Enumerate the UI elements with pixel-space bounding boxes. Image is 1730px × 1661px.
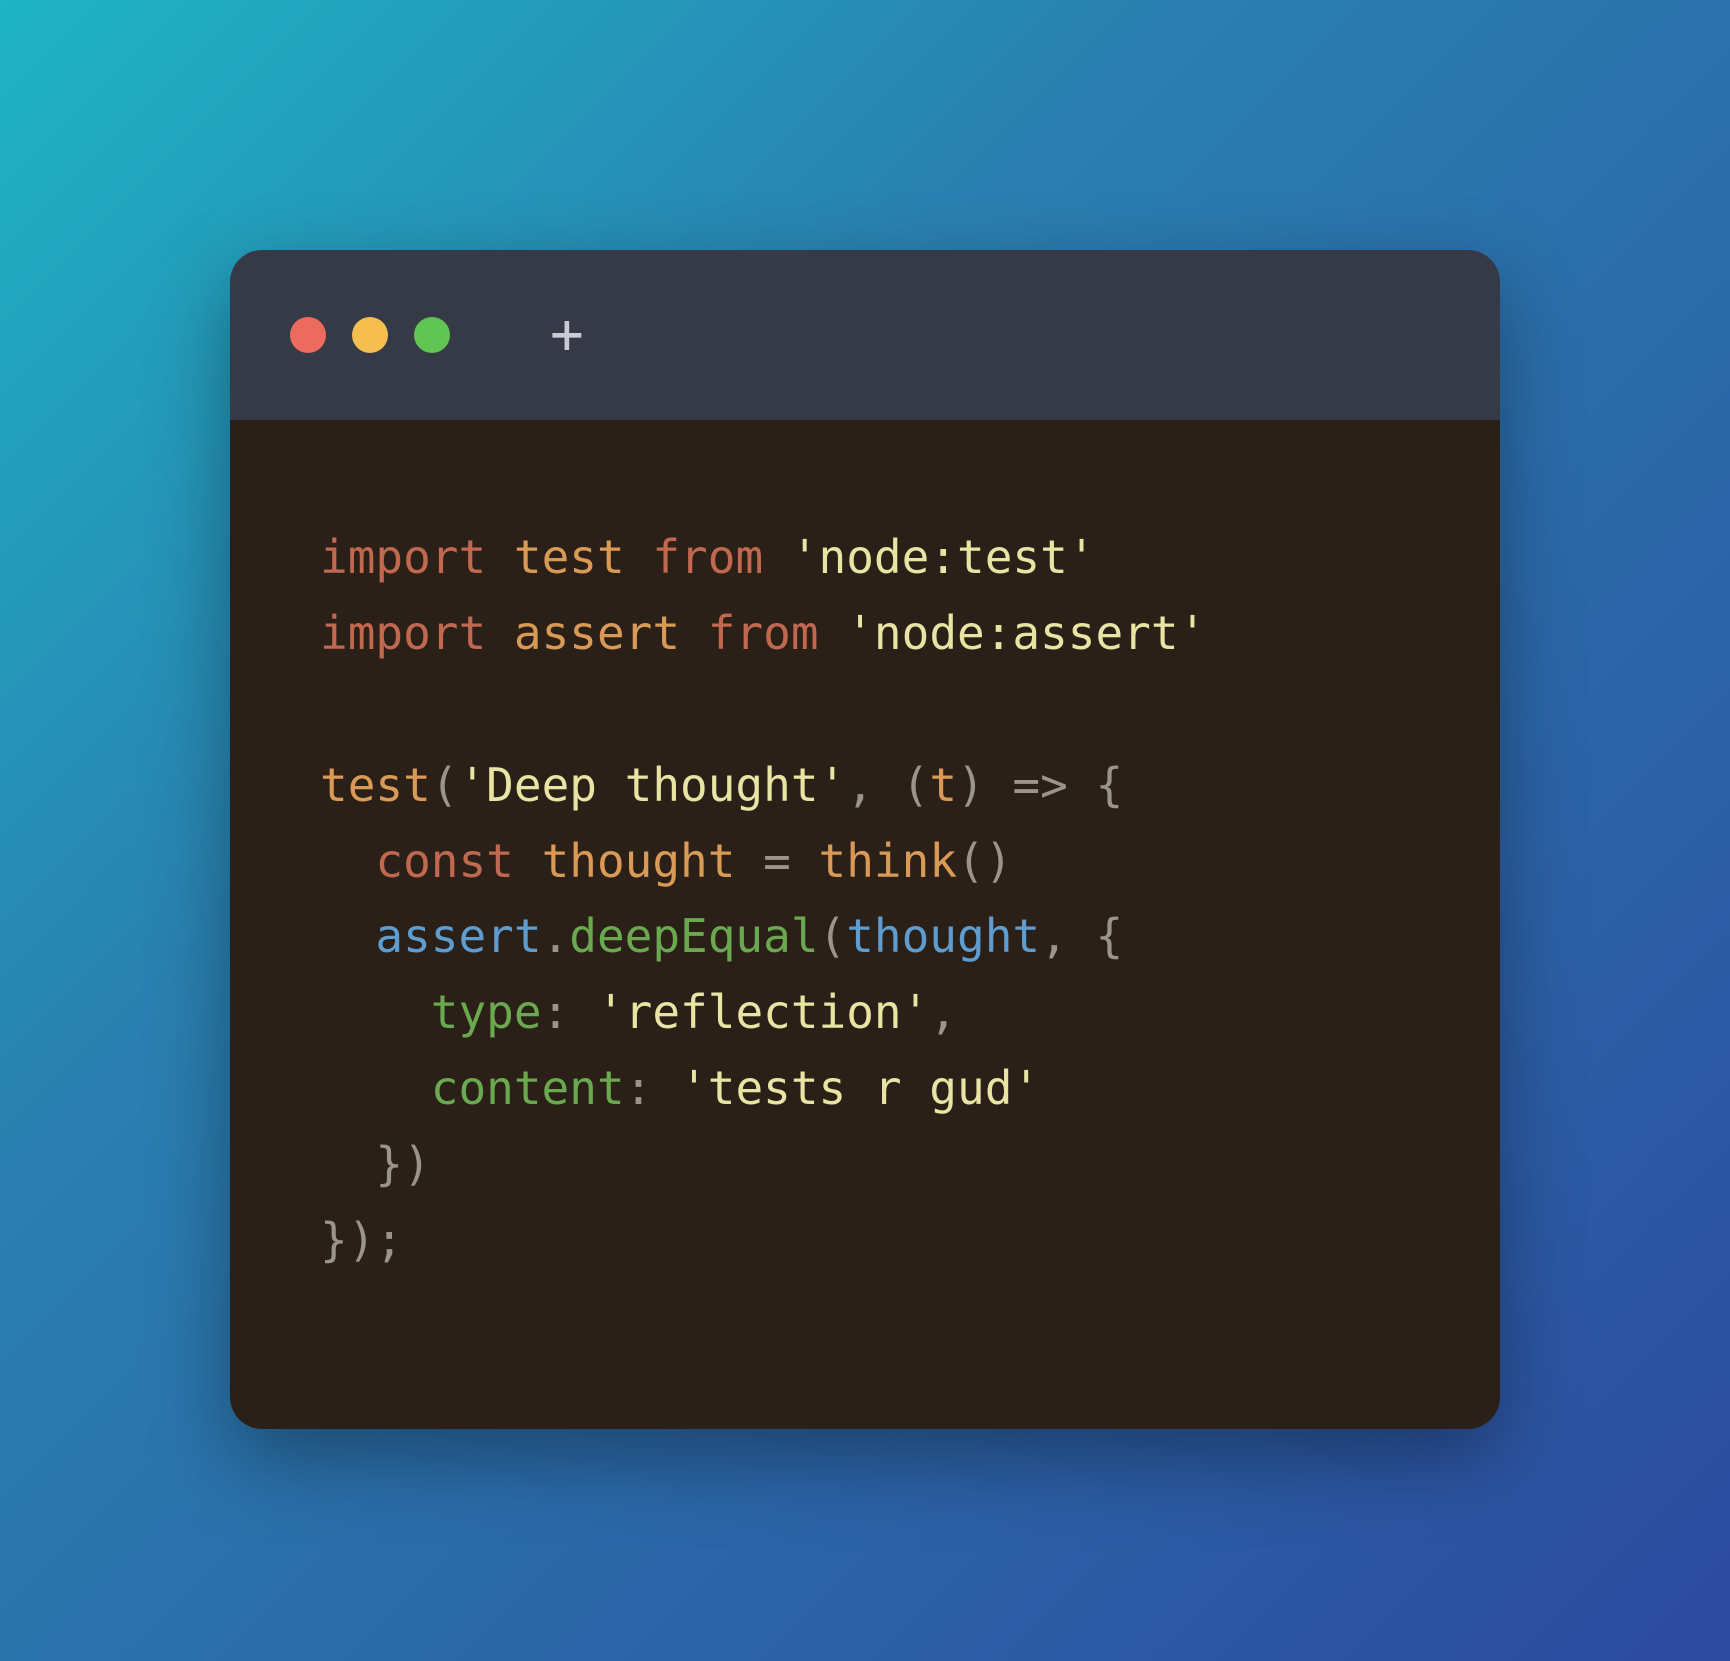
code-line: type: 'reflection', (320, 985, 957, 1039)
code-line: import test from 'node:test' (320, 530, 1095, 584)
maximize-button[interactable] (414, 317, 450, 353)
new-tab-icon[interactable]: + (550, 307, 584, 363)
code-line: const thought = think() (320, 834, 1012, 888)
code-line: assert.deepEqual(thought, { (320, 909, 1123, 963)
code-line: content: 'tests r gud' (320, 1061, 1040, 1115)
code-line: test('Deep thought', (t) => { (320, 758, 1123, 812)
traffic-lights (290, 317, 450, 353)
minimize-button[interactable] (352, 317, 388, 353)
code-line: }); (320, 1213, 403, 1267)
code-window: + import test from 'node:test' import as… (230, 250, 1500, 1429)
close-button[interactable] (290, 317, 326, 353)
code-editor[interactable]: import test from 'node:test' import asse… (230, 420, 1500, 1429)
code-line: }) (320, 1137, 431, 1191)
code-line: import assert from 'node:assert' (320, 606, 1206, 660)
titlebar: + (230, 250, 1500, 420)
